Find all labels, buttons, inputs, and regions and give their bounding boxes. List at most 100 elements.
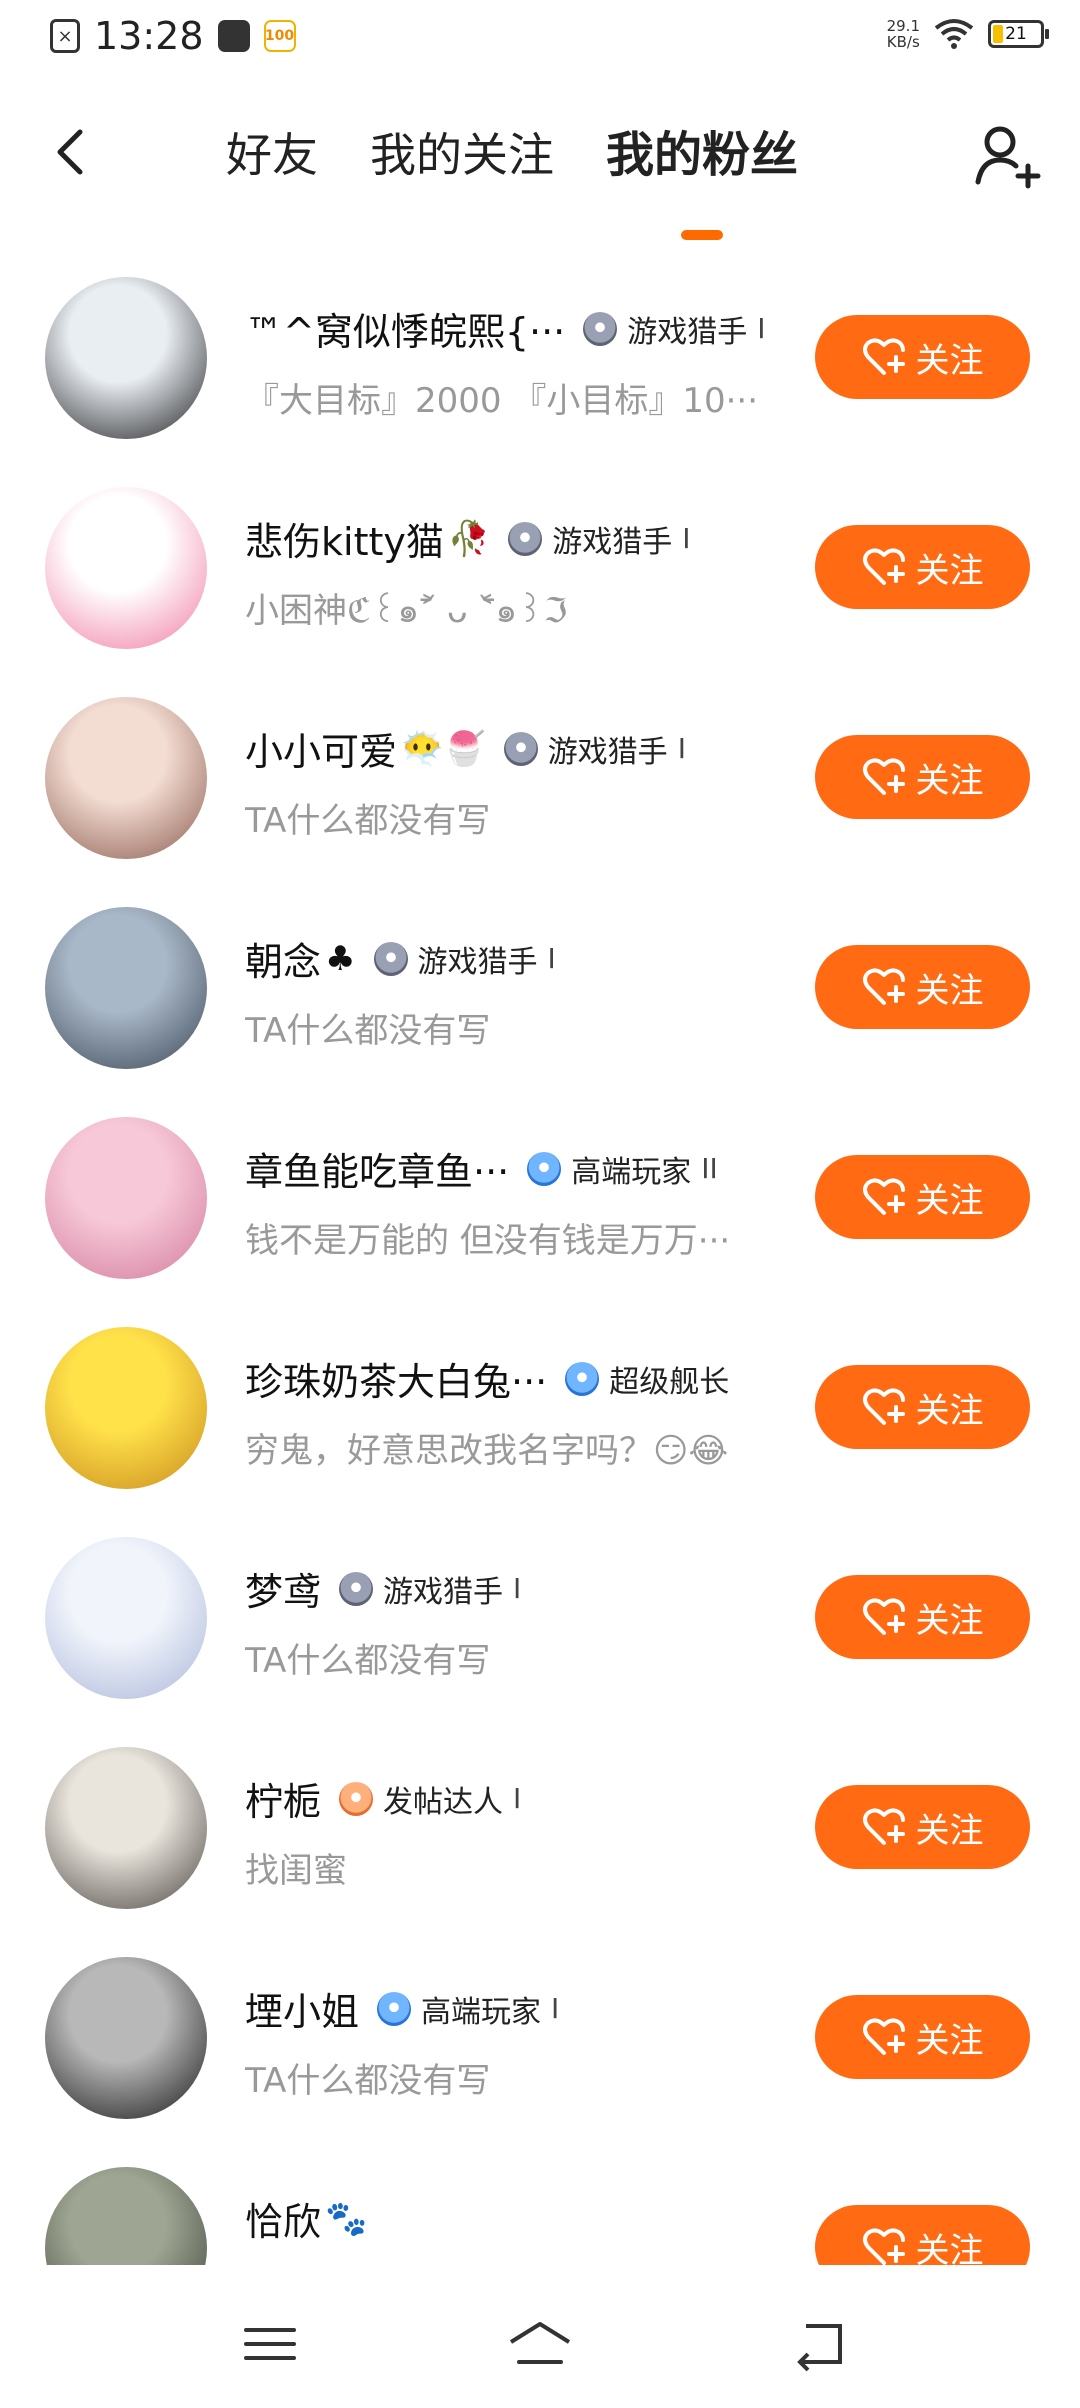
follow-button[interactable]: 关注 (815, 2205, 1030, 2265)
user-badge[interactable]: 高端玩家 I (377, 1987, 559, 2031)
user-badge[interactable]: 游戏猎手 I (339, 1567, 521, 1611)
avatar[interactable] (45, 1537, 207, 1699)
name-line: 朝念 ♣ 游戏猎手 I (245, 931, 556, 986)
fan-row[interactable]: 柠栀 发帖达人 I 找闺蜜 关注 (0, 1725, 1080, 1935)
avatar[interactable] (45, 1117, 207, 1279)
follow-button-label: 关注 (915, 1180, 984, 1221)
follow-button[interactable]: 关注 (815, 1785, 1030, 1869)
user-badge[interactable]: 游戏猎手 I (508, 517, 690, 561)
fan-row[interactable]: 珍珠奶茶大白兔··· 超级舰长穷鬼，好意思改我名字吗？😏😂 关注 (0, 1305, 1080, 1515)
avatar[interactable] (45, 1327, 207, 1489)
badge-label: 游戏猎手 (627, 314, 748, 350)
fan-name[interactable]: 珍珠奶茶大白兔··· (245, 1351, 547, 1406)
fan-name[interactable]: 梦鸢 (245, 1561, 321, 1616)
avatar[interactable] (45, 697, 207, 859)
badge-level: I (551, 1992, 560, 2025)
status-time: 13:28 (94, 14, 204, 58)
avatar[interactable] (45, 2167, 207, 2265)
name-emoji: 😶‍🌫️🍧 (401, 728, 486, 769)
user-badge[interactable]: 发帖达人 I (339, 1777, 521, 1821)
badge-icon (503, 731, 538, 766)
sim-icon: × (50, 19, 80, 53)
avatar[interactable] (45, 277, 207, 439)
badge-label: 游戏猎手 (383, 1574, 504, 1610)
tab-bar: 好友 我的关注 我的粉丝 (200, 120, 824, 240)
follow-button[interactable]: 关注 (815, 315, 1030, 399)
follow-button[interactable]: 关注 (815, 1995, 1030, 2079)
heart-plus-icon (862, 338, 905, 375)
fan-name[interactable]: 柠栀 (245, 1771, 321, 1826)
avatar[interactable] (45, 487, 207, 649)
fan-bio: 穷鬼，好意思改我名字吗？😏😂 (245, 1431, 729, 1471)
badge-level: I (513, 1572, 522, 1605)
fan-row[interactable]: ™^窝似悸皖熙{··· 游戏猎手 I 『大目标』2000 『小目标』10··· 关注 (0, 255, 1080, 465)
follow-button-label: 关注 (915, 2230, 984, 2266)
fan-row[interactable]: 朝念 ♣ 游戏猎手 I TA什么都没有写 关注 (0, 885, 1080, 1095)
fan-name[interactable]: 朝念 (245, 931, 321, 986)
follow-button[interactable]: 关注 (815, 1155, 1030, 1239)
follow-button[interactable]: 关注 (815, 1575, 1030, 1659)
fan-name[interactable]: 恰欣 (245, 2191, 321, 2246)
back-icon[interactable] (44, 122, 104, 182)
fan-row[interactable]: 悲伤kitty猫 🥀 游戏猎手 I 小困神ℭ꒰๑˃᷄ ᴗ ˂᷅๑꒱ℑ 关注 (0, 465, 1080, 675)
fan-name[interactable]: ™^窝似悸皖熙{··· (245, 301, 565, 356)
follow-button[interactable]: 关注 (815, 1365, 1030, 1449)
user-badge[interactable]: 超级舰长 (565, 1357, 729, 1401)
user-badge[interactable]: 高端玩家 II (527, 1147, 718, 1191)
name-line: 小小可爱 😶‍🌫️🍧 游戏猎手 I (245, 721, 686, 776)
menu-icon[interactable] (240, 2316, 300, 2372)
battery-icon: 21 (988, 20, 1049, 48)
name-line: 恰欣 🐾 (245, 2191, 367, 2246)
avatar[interactable] (45, 1957, 207, 2119)
badge-label: 超级舰长 (609, 1364, 730, 1400)
badge-label: 高端玩家 (421, 1994, 542, 2030)
status-bar: × 13:28 100 29.1 KB/s 21 (0, 0, 1080, 84)
follow-button-label: 关注 (915, 1600, 984, 1641)
name-line: 柠栀 发帖达人 I (245, 1771, 521, 1826)
follow-button[interactable]: 关注 (815, 735, 1030, 819)
fan-row[interactable]: 梦鸢 游戏猎手 I TA什么都没有写 关注 (0, 1515, 1080, 1725)
user-badge[interactable]: 游戏猎手 I (583, 307, 766, 351)
badge-icon (565, 1361, 600, 1396)
badge-icon (527, 1151, 562, 1186)
fan-name[interactable]: 堙小姐 (245, 1981, 359, 2036)
avatar[interactable] (45, 1747, 207, 1909)
wifi-icon (934, 19, 974, 49)
tab-friends[interactable]: 好友 (200, 120, 344, 190)
heart-plus-icon (862, 548, 905, 585)
fan-name[interactable]: 小小可爱 (245, 721, 397, 776)
user-badge[interactable]: 游戏猎手 I (503, 727, 686, 771)
fan-row[interactable]: 章鱼能吃章鱼··· 高端玩家 II 钱不是万能的 但没有钱是万万··· 关注 (0, 1095, 1080, 1305)
app-notification-icon: 100 (263, 20, 296, 52)
battery-level: 21 (1005, 24, 1027, 44)
fan-name[interactable]: 章鱼能吃章鱼··· (245, 1141, 509, 1196)
name-line: 悲伤kitty猫 🥀 游戏猎手 I (245, 511, 690, 566)
tab-following[interactable]: 我的关注 (344, 120, 580, 190)
fan-bio: 钱不是万能的 但没有钱是万万··· (245, 1221, 731, 1261)
follow-button[interactable]: 关注 (815, 525, 1030, 609)
fan-name[interactable]: 悲伤kitty猫 (245, 511, 444, 566)
fan-bio: TA什么都没有写 (245, 801, 491, 841)
add-friend-icon[interactable] (972, 120, 1044, 192)
badge-icon (583, 311, 618, 346)
user-badge[interactable]: 游戏猎手 I (373, 937, 556, 981)
badge-label: 发帖达人 (383, 1784, 504, 1820)
network-speed-unit: KB/s (886, 33, 920, 51)
follow-button-label: 关注 (915, 1810, 984, 1851)
fan-row[interactable]: 小小可爱 😶‍🌫️🍧 游戏猎手 I TA什么都没有写 关注 (0, 675, 1080, 885)
fan-row[interactable]: 恰欣🐾 TA什么都没有写 关注 (0, 2145, 1080, 2265)
tab-fans[interactable]: 我的粉丝 (580, 120, 824, 240)
heart-plus-icon (862, 968, 905, 1005)
home-icon[interactable] (505, 2316, 575, 2372)
follow-button-label: 关注 (915, 2020, 984, 2061)
follow-button-label: 关注 (915, 1390, 984, 1431)
fan-row[interactable]: 堙小姐 高端玩家 I TA什么都没有写 关注 (0, 1935, 1080, 2145)
badge-icon (377, 1991, 412, 2026)
badge-level: II (701, 1152, 718, 1185)
fans-list[interactable]: ™^窝似悸皖熙{··· 游戏猎手 I 『大目标』2000 『小目标』10··· 关注 悲伤… (0, 255, 1080, 2265)
badge-label: 游戏猎手 (417, 944, 538, 980)
avatar[interactable] (45, 907, 207, 1069)
follow-button[interactable]: 关注 (815, 945, 1030, 1029)
back-nav-icon[interactable] (790, 2316, 850, 2372)
badge-icon (339, 1781, 374, 1816)
